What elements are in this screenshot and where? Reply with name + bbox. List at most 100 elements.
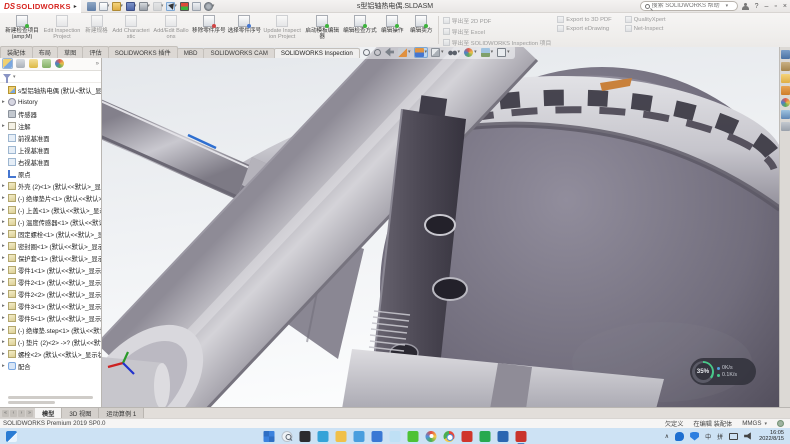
hud-button[interactable]: ▾ bbox=[414, 47, 429, 58]
hud-button[interactable]: ▾ bbox=[447, 47, 462, 58]
ribbon-button[interactable]: Add/Edit Balloons bbox=[151, 14, 191, 46]
taskbar-clock[interactable]: 16:05 2022/8/15 bbox=[759, 430, 784, 443]
tree-filter[interactable]: ▾ bbox=[0, 71, 101, 83]
tree-item[interactable]: ▸ (-) 温度传感器<1> (默认<<默认>_ bbox=[0, 216, 101, 228]
ribbon-button[interactable]: 新建规格 bbox=[82, 14, 111, 46]
ribbon-button[interactable]: 移除零件序号 bbox=[191, 14, 227, 46]
hud-button[interactable]: ▾ bbox=[397, 47, 412, 58]
tree-item[interactable]: ▸ (-) 垫片 (2)<2> ->? (默认<<默认> bbox=[0, 336, 101, 348]
welcome-home-icon[interactable] bbox=[87, 2, 96, 11]
solidworks-app-icon[interactable] bbox=[516, 431, 527, 442]
green-app-icon[interactable] bbox=[480, 431, 491, 442]
ribbon-button[interactable]: Edit Inspection Project bbox=[42, 14, 82, 46]
menu-flyout-arrow-icon[interactable]: ▸ bbox=[74, 3, 77, 10]
browser-360-icon[interactable] bbox=[426, 431, 437, 442]
export-button[interactable]: 导出至 2D PDF bbox=[441, 16, 554, 25]
security-shield-icon[interactable] bbox=[690, 432, 699, 441]
hud-button[interactable] bbox=[384, 47, 395, 58]
ribbon-button[interactable]: 编辑操作 bbox=[378, 14, 407, 46]
search-caret-icon[interactable]: ▾ bbox=[726, 3, 729, 9]
tree-item[interactable]: ▸ s型铝轴热电偶 (默认<默认_显示状态-1 bbox=[0, 84, 101, 96]
hud-button[interactable] bbox=[362, 48, 371, 57]
search-input[interactable] bbox=[652, 3, 724, 9]
export-button[interactable]: 导出至 Excel bbox=[441, 27, 554, 36]
tree-item[interactable]: ▸ 前视基准面 bbox=[0, 132, 101, 144]
panel-tabs-overflow[interactable]: » bbox=[96, 61, 99, 67]
tree-item[interactable]: ▸ (-) 绝缘垫片<1> (默认<<默认>_显 bbox=[0, 192, 101, 204]
ribbon-button[interactable]: 启动模板编辑器 bbox=[302, 14, 342, 46]
wps-word-icon[interactable] bbox=[498, 431, 509, 442]
configurationmanager-tab[interactable] bbox=[28, 58, 39, 69]
commandmanager-tab[interactable]: 评估 bbox=[82, 46, 108, 58]
commandmanager-tab[interactable]: SOLIDWORKS Inspection bbox=[274, 48, 360, 58]
tree-item[interactable]: ▸ 零件2<2> (默认<<默认>_显示状态 bbox=[0, 288, 101, 300]
export-button[interactable]: 导出至 SOLIDWORKS Inspection 项目 bbox=[441, 38, 554, 47]
tree-item[interactable]: ▸ 零件2<1> (默认<<默认>_显示状态 bbox=[0, 276, 101, 288]
ribbon-button[interactable]: 编辑卖方 bbox=[407, 14, 436, 46]
options-icon[interactable] bbox=[204, 2, 213, 11]
tree-item[interactable]: ▸ 螺栓<2> (默认<<默认>_显示状态 bbox=[0, 348, 101, 360]
close-button[interactable]: × bbox=[783, 3, 787, 10]
hud-button[interactable]: ▾ bbox=[430, 47, 445, 58]
tree-item[interactable]: ▸ 零件5<1> (默认<<默认>_显示状态 bbox=[0, 312, 101, 324]
export-button[interactable]: QualityXpert bbox=[623, 16, 668, 23]
save-icon[interactable] bbox=[126, 2, 135, 11]
tree-item[interactable]: ▸ 原点 bbox=[0, 168, 101, 180]
edge-icon[interactable] bbox=[318, 431, 329, 442]
tree-item[interactable]: ▸ (-) 上盖<1> (默认<<默认>_显示状 bbox=[0, 204, 101, 216]
microsoft-store-icon[interactable] bbox=[372, 431, 383, 442]
tree-item[interactable]: ▸ 上视基准面 bbox=[0, 144, 101, 156]
tree-item[interactable]: ▸ History bbox=[0, 96, 101, 108]
tree-item[interactable]: ▸ 右视基准面 bbox=[0, 156, 101, 168]
solidworks-resources-icon[interactable] bbox=[781, 50, 790, 59]
document-tab[interactable]: 模型 bbox=[35, 408, 62, 418]
tree-item[interactable]: ▸ 固定螺栓<1> (默认<<默认>_显示 bbox=[0, 228, 101, 240]
propertymanager-tab[interactable] bbox=[15, 58, 26, 69]
filter-caret-icon[interactable]: ▾ bbox=[13, 74, 16, 80]
net-speed-monitor[interactable]: 35% 0K/s 0.1K/s bbox=[690, 358, 756, 385]
appearances-icon[interactable] bbox=[781, 98, 790, 107]
tree-item[interactable]: ▸ 零件1<1> (默认<<默认>_显示状态 bbox=[0, 264, 101, 276]
hud-button[interactable]: ▾ bbox=[496, 47, 511, 58]
tree-item[interactable]: ▸ 保护套<1> (默认<<默认>_显示状态 bbox=[0, 252, 101, 264]
chrome-icon[interactable] bbox=[444, 431, 455, 442]
tray-chevron-icon[interactable]: ∧ bbox=[665, 433, 669, 440]
onedrive-icon[interactable] bbox=[675, 432, 684, 441]
select-icon[interactable] bbox=[166, 2, 175, 11]
speaker-icon[interactable] bbox=[744, 432, 753, 440]
document-tab[interactable]: 3D 视图 bbox=[62, 408, 99, 418]
tree-item[interactable]: ▸ 零件3<1> (默认<<默认>_显示状态 bbox=[0, 300, 101, 312]
widgets-icon[interactable] bbox=[6, 431, 17, 442]
ribbon-button[interactable]: 新建检查项目 (amp;M) bbox=[2, 14, 42, 46]
help-search-box[interactable]: ▾ bbox=[640, 1, 738, 11]
commandmanager-tab[interactable]: 布局 bbox=[32, 46, 58, 58]
document-tab[interactable]: 运动算例 1 bbox=[99, 408, 144, 418]
weather-icon[interactable] bbox=[390, 431, 401, 442]
file-explorer-icon[interactable] bbox=[781, 74, 790, 83]
rebuild-icon[interactable] bbox=[180, 2, 189, 11]
mail-icon[interactable] bbox=[354, 431, 365, 442]
tree-item[interactable]: ▸ 传感器 bbox=[0, 108, 101, 120]
export-button[interactable]: Export eDrawing bbox=[555, 25, 613, 32]
export-button[interactable]: Export to 3D PDF bbox=[555, 16, 613, 23]
file-properties-icon[interactable] bbox=[192, 2, 201, 11]
hud-button[interactable]: ▾ bbox=[463, 47, 478, 58]
print-icon[interactable] bbox=[139, 2, 148, 11]
export-button[interactable]: Net-Inspect bbox=[623, 25, 668, 32]
commandmanager-tab[interactable]: SOLIDWORKS CAM bbox=[203, 48, 274, 58]
minimize-button[interactable]: – bbox=[765, 3, 769, 10]
search-button[interactable] bbox=[282, 431, 293, 442]
tab-nav-arrow[interactable]: › bbox=[18, 410, 25, 417]
red-app-icon[interactable] bbox=[462, 431, 473, 442]
view-palette-icon[interactable] bbox=[781, 110, 790, 119]
dark-app-icon[interactable] bbox=[300, 431, 311, 442]
commandmanager-tab[interactable]: MBD bbox=[177, 48, 205, 58]
ime-mode[interactable]: 拼 bbox=[717, 432, 723, 441]
commandmanager-tab[interactable]: SOLIDWORKS 插件 bbox=[108, 46, 178, 58]
tree-item[interactable]: ▸ 密封圈<1> (默认<<默认>_显示状 bbox=[0, 240, 101, 252]
commandmanager-tab[interactable]: 草图 bbox=[57, 46, 83, 58]
file-explorer-icon[interactable] bbox=[336, 431, 347, 442]
wechat-icon[interactable] bbox=[408, 431, 419, 442]
graphics-area[interactable]: ▾ ▾ ▾ ▾ ▾ ▾ ▾ bbox=[102, 47, 779, 407]
ribbon-button[interactable]: 编辑检查方式 bbox=[342, 14, 378, 46]
